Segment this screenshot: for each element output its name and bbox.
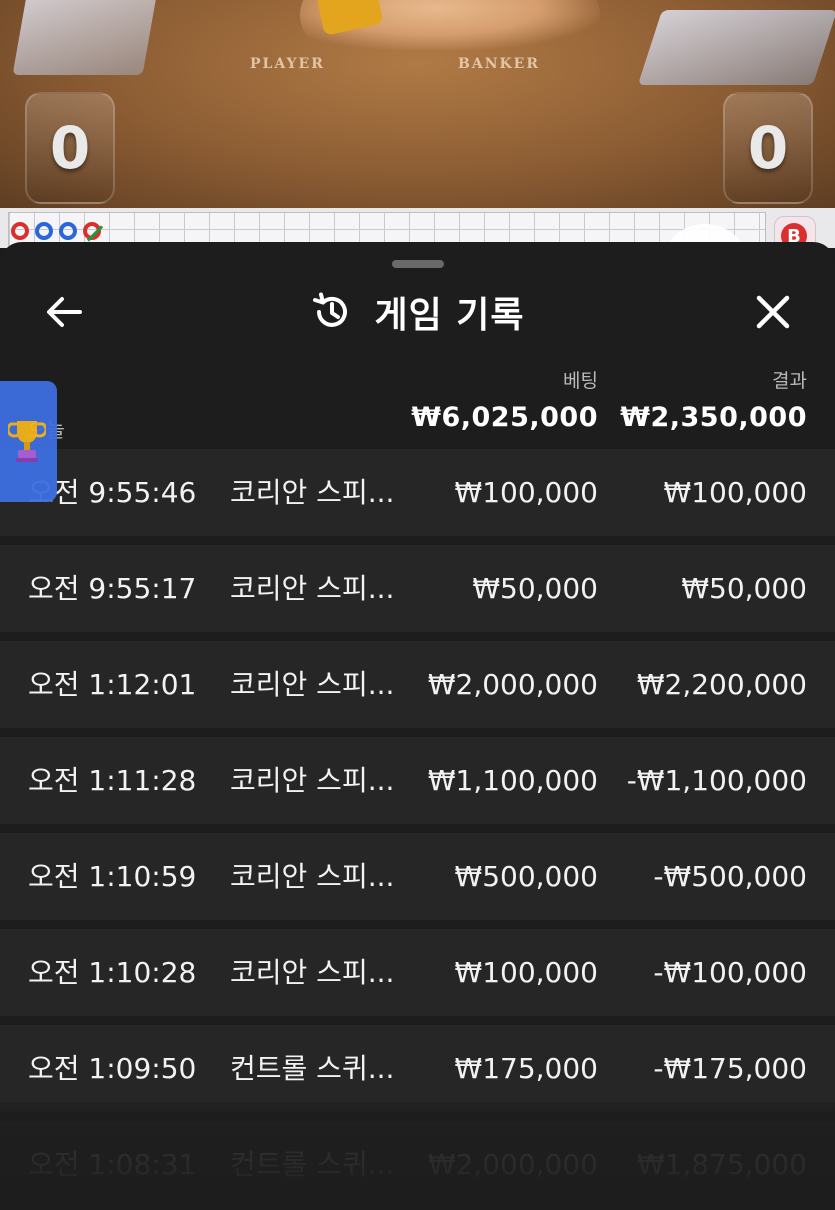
row-game: 코리안 스피... <box>230 956 395 989</box>
close-button[interactable] <box>745 288 801 336</box>
row-time: 오전 1:12:01 <box>28 668 197 701</box>
history-row[interactable]: 오전 9:55:46 코리안 스피... ₩100,000 ₩100,000 <box>0 449 835 536</box>
sheet-drag-handle[interactable] <box>392 260 444 268</box>
row-game: 코리안 스피... <box>230 476 395 509</box>
row-bet: ₩500,000 <box>454 860 598 893</box>
row-game: 코리안 스피... <box>230 668 395 701</box>
row-result: -₩1,100,000 <box>626 764 807 797</box>
row-result: ₩50,000 <box>681 572 807 605</box>
row-result: -₩100,000 <box>653 956 807 989</box>
page-title: 게임 기록 <box>374 295 525 336</box>
trophy-side-tab[interactable] <box>0 381 57 502</box>
row-time: 오전 9:55:17 <box>28 572 197 605</box>
daily-summary-row: 오늘 ₩6,025,000 ₩2,350,000 <box>0 394 835 446</box>
row-result: -₩175,000 <box>653 1052 807 1085</box>
history-row[interactable]: 오전 9:55:17 코리안 스피... ₩50,000 ₩50,000 <box>0 545 835 632</box>
row-game: 컨트롤 스퀴... <box>230 1148 395 1181</box>
row-bet: ₩2,000,000 <box>427 1148 598 1181</box>
player-score: 0 <box>25 92 115 204</box>
history-icon <box>313 292 348 327</box>
row-bet: ₩175,000 <box>454 1052 598 1085</box>
game-history-sheet: 게임 기록 베팅 결과 오늘 ₩6,025,000 ₩2,350,000 오전 … <box>0 242 835 1210</box>
discard-tray <box>12 0 158 75</box>
live-game-video: PLAYER BANKER 0 0 <box>0 0 835 210</box>
road-player-marker <box>59 222 77 240</box>
sheet-header: 게임 기록 <box>0 286 835 338</box>
row-bet: ₩100,000 <box>454 476 598 509</box>
row-result: ₩100,000 <box>663 476 807 509</box>
close-icon <box>756 295 790 329</box>
row-result: ₩1,875,000 <box>636 1148 807 1181</box>
row-bet: ₩100,000 <box>454 956 598 989</box>
banker-area-label: BANKER <box>458 56 540 72</box>
card-shoe <box>637 10 835 85</box>
banker-score: 0 <box>723 92 813 204</box>
row-time: 오전 1:11:28 <box>28 764 197 797</box>
row-time: 오전 1:08:31 <box>28 1148 197 1181</box>
road-tie-marker <box>83 222 101 240</box>
history-row[interactable]: 오전 1:09:50 컨트롤 스퀴... ₩175,000 -₩175,000 <box>0 1025 835 1112</box>
column-header-result: 결과 <box>772 370 807 392</box>
row-bet: ₩2,000,000 <box>427 668 598 701</box>
row-time: 오전 1:10:28 <box>28 956 197 989</box>
row-bet: ₩1,100,000 <box>427 764 598 797</box>
row-time: 오전 1:10:59 <box>28 860 197 893</box>
row-game: 컨트롤 스퀴... <box>230 1052 395 1085</box>
row-result: -₩500,000 <box>653 860 807 893</box>
history-row[interactable]: 오전 1:10:28 코리안 스피... ₩100,000 -₩100,000 <box>0 929 835 1016</box>
road-banker-marker <box>11 222 29 240</box>
player-area-label: PLAYER <box>250 56 325 72</box>
summary-total-result: ₩2,350,000 <box>620 402 807 433</box>
row-time: 오전 1:09:50 <box>28 1052 197 1085</box>
row-game: 코리안 스피... <box>230 860 395 893</box>
trophy-icon <box>8 421 46 462</box>
road-player-marker <box>35 222 53 240</box>
history-list[interactable]: 오전 9:55:46 코리안 스피... ₩100,000 ₩100,000 오… <box>0 449 835 1210</box>
history-row[interactable]: 오전 1:10:59 코리안 스피... ₩500,000 -₩500,000 <box>0 833 835 920</box>
history-row[interactable]: 오전 1:12:01 코리안 스피... ₩2,000,000 ₩2,200,0… <box>0 641 835 728</box>
row-game: 코리안 스피... <box>230 764 395 797</box>
row-bet: ₩50,000 <box>472 572 598 605</box>
history-row[interactable]: 오전 1:08:31 컨트롤 스퀴... ₩2,000,000 ₩1,875,0… <box>0 1121 835 1208</box>
row-game: 코리안 스피... <box>230 572 395 605</box>
column-header-bet: 베팅 <box>563 370 598 392</box>
history-row[interactable]: 오전 1:11:28 코리안 스피... ₩1,100,000 -₩1,100,… <box>0 737 835 824</box>
summary-total-bet: ₩6,025,000 <box>411 402 598 433</box>
row-result: ₩2,200,000 <box>636 668 807 701</box>
